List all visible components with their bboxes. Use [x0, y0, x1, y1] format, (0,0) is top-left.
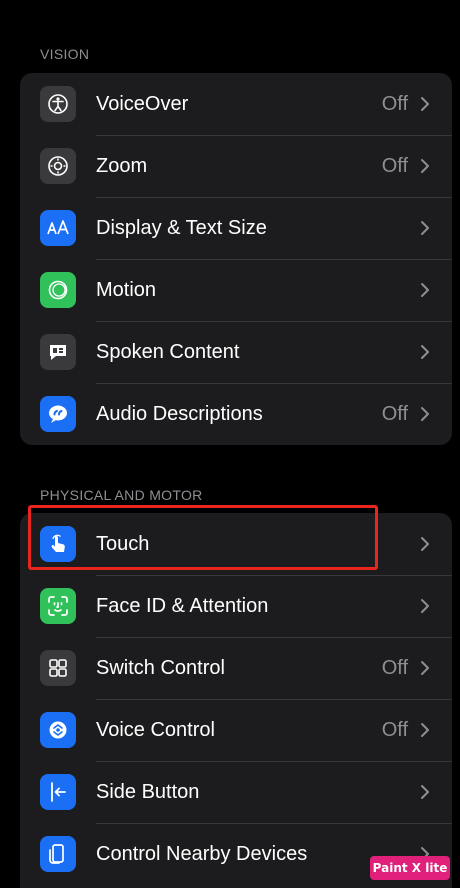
side-button-icon: [40, 774, 76, 810]
row-voiceover[interactable]: VoiceOver Off: [20, 73, 452, 135]
row-switch-control[interactable]: Switch Control Off: [20, 637, 452, 699]
vision-group: VoiceOver Off Zoom Off Display & Text Si…: [20, 73, 452, 445]
chevron-right-icon: [421, 723, 429, 737]
row-audio-descriptions[interactable]: Audio Descriptions Off: [20, 383, 452, 445]
row-label: Motion: [96, 279, 157, 301]
text-size-icon: [40, 210, 76, 246]
motion-icon: [40, 272, 76, 308]
row-label: Switch Control: [96, 657, 225, 679]
row-label: Touch: [96, 533, 150, 555]
chevron-right-icon: [421, 159, 429, 173]
spoken-content-icon: [40, 334, 76, 370]
row-touch[interactable]: Touch: [20, 513, 452, 575]
voice-control-icon: [40, 712, 76, 748]
chevron-right-icon: [421, 345, 429, 359]
chevron-right-icon: [421, 537, 429, 551]
paint-x-lite-watermark: Paint X lite: [370, 856, 450, 880]
chevron-right-icon: [421, 661, 429, 675]
row-label: Control Nearby Devices: [96, 843, 308, 865]
row-value: Off: [381, 403, 408, 425]
row-value: Off: [381, 93, 408, 115]
nearby-devices-icon: [40, 836, 76, 872]
row-label: Audio Descriptions: [96, 403, 263, 425]
row-voice-control[interactable]: Voice Control Off: [20, 699, 452, 761]
row-zoom[interactable]: Zoom Off: [20, 135, 452, 197]
chevron-right-icon: [421, 599, 429, 613]
row-display-text-size[interactable]: Display & Text Size: [20, 197, 452, 259]
touch-hand-icon: [40, 526, 76, 562]
row-label: Voice Control: [96, 719, 215, 741]
physical-motor-group: Touch Face ID & Attention Switch Control…: [20, 513, 452, 888]
face-id-icon: [40, 588, 76, 624]
chevron-right-icon: [421, 97, 429, 111]
row-spoken-content[interactable]: Spoken Content: [20, 321, 452, 383]
switch-control-icon: [40, 650, 76, 686]
chevron-right-icon: [421, 283, 429, 297]
row-label: Zoom: [96, 155, 148, 177]
row-motion[interactable]: Motion: [20, 259, 452, 321]
row-value: Off: [381, 657, 408, 679]
row-value: Off: [381, 155, 408, 177]
chevron-right-icon: [421, 221, 429, 235]
chevron-right-icon: [421, 407, 429, 421]
row-label: Display & Text Size: [96, 217, 267, 239]
row-label: Spoken Content: [96, 341, 240, 363]
row-value: Off: [381, 719, 408, 741]
section-header-vision: VISION: [40, 46, 90, 62]
row-label: VoiceOver: [96, 93, 189, 115]
chevron-right-icon: [421, 785, 429, 799]
row-label: Side Button: [96, 781, 200, 803]
audio-descriptions-icon: [40, 396, 76, 432]
row-side-button[interactable]: Side Button: [20, 761, 452, 823]
row-label: Face ID & Attention: [96, 595, 269, 617]
section-header-physical-motor: PHYSICAL AND MOTOR: [40, 487, 203, 503]
row-face-id-attention[interactable]: Face ID & Attention: [20, 575, 452, 637]
zoom-icon: [40, 148, 76, 184]
voiceover-icon: [40, 86, 76, 122]
